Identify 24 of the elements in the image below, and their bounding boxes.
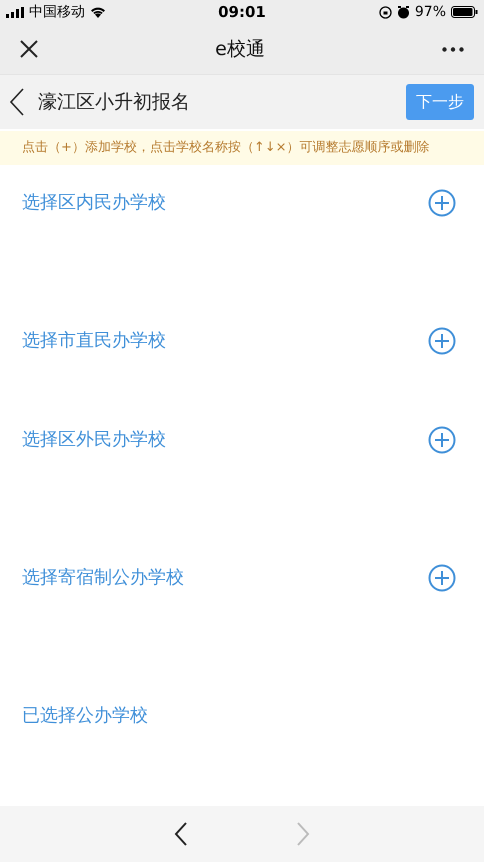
section-label: 选择区内民办学校 [22,191,166,215]
section-label: 选择市直民办学校 [22,329,166,353]
app-title: e校通 [215,37,265,62]
section-label: 选择区外民办学校 [22,428,166,452]
add-icon[interactable] [428,426,456,454]
carrier-name: 中国移动 [29,3,85,21]
close-icon[interactable] [20,40,38,58]
clock-time: 09:01 [218,3,266,21]
more-icon[interactable] [442,46,464,52]
rotation-lock-icon [378,6,392,18]
battery-icon [451,6,478,18]
section-label: 选择寄宿制公办学校 [22,566,184,590]
add-icon[interactable] [428,564,456,592]
page-title: 濠江区小升初报名 [38,90,191,115]
battery-percent: 97% [414,4,446,20]
wifi-icon [90,6,106,18]
back-icon[interactable] [10,88,24,116]
add-icon[interactable] [428,327,456,355]
section-label: 已选择公办学校 [22,704,148,728]
next-step-button[interactable]: 下一步 [406,84,474,120]
alarm-icon [396,6,410,18]
add-icon[interactable] [428,189,456,217]
notice-text: 点击（+）添加学校，点击学校名称按（↑↓×）可调整志愿顺序或删除 [0,131,484,165]
signal-icon [6,6,24,18]
